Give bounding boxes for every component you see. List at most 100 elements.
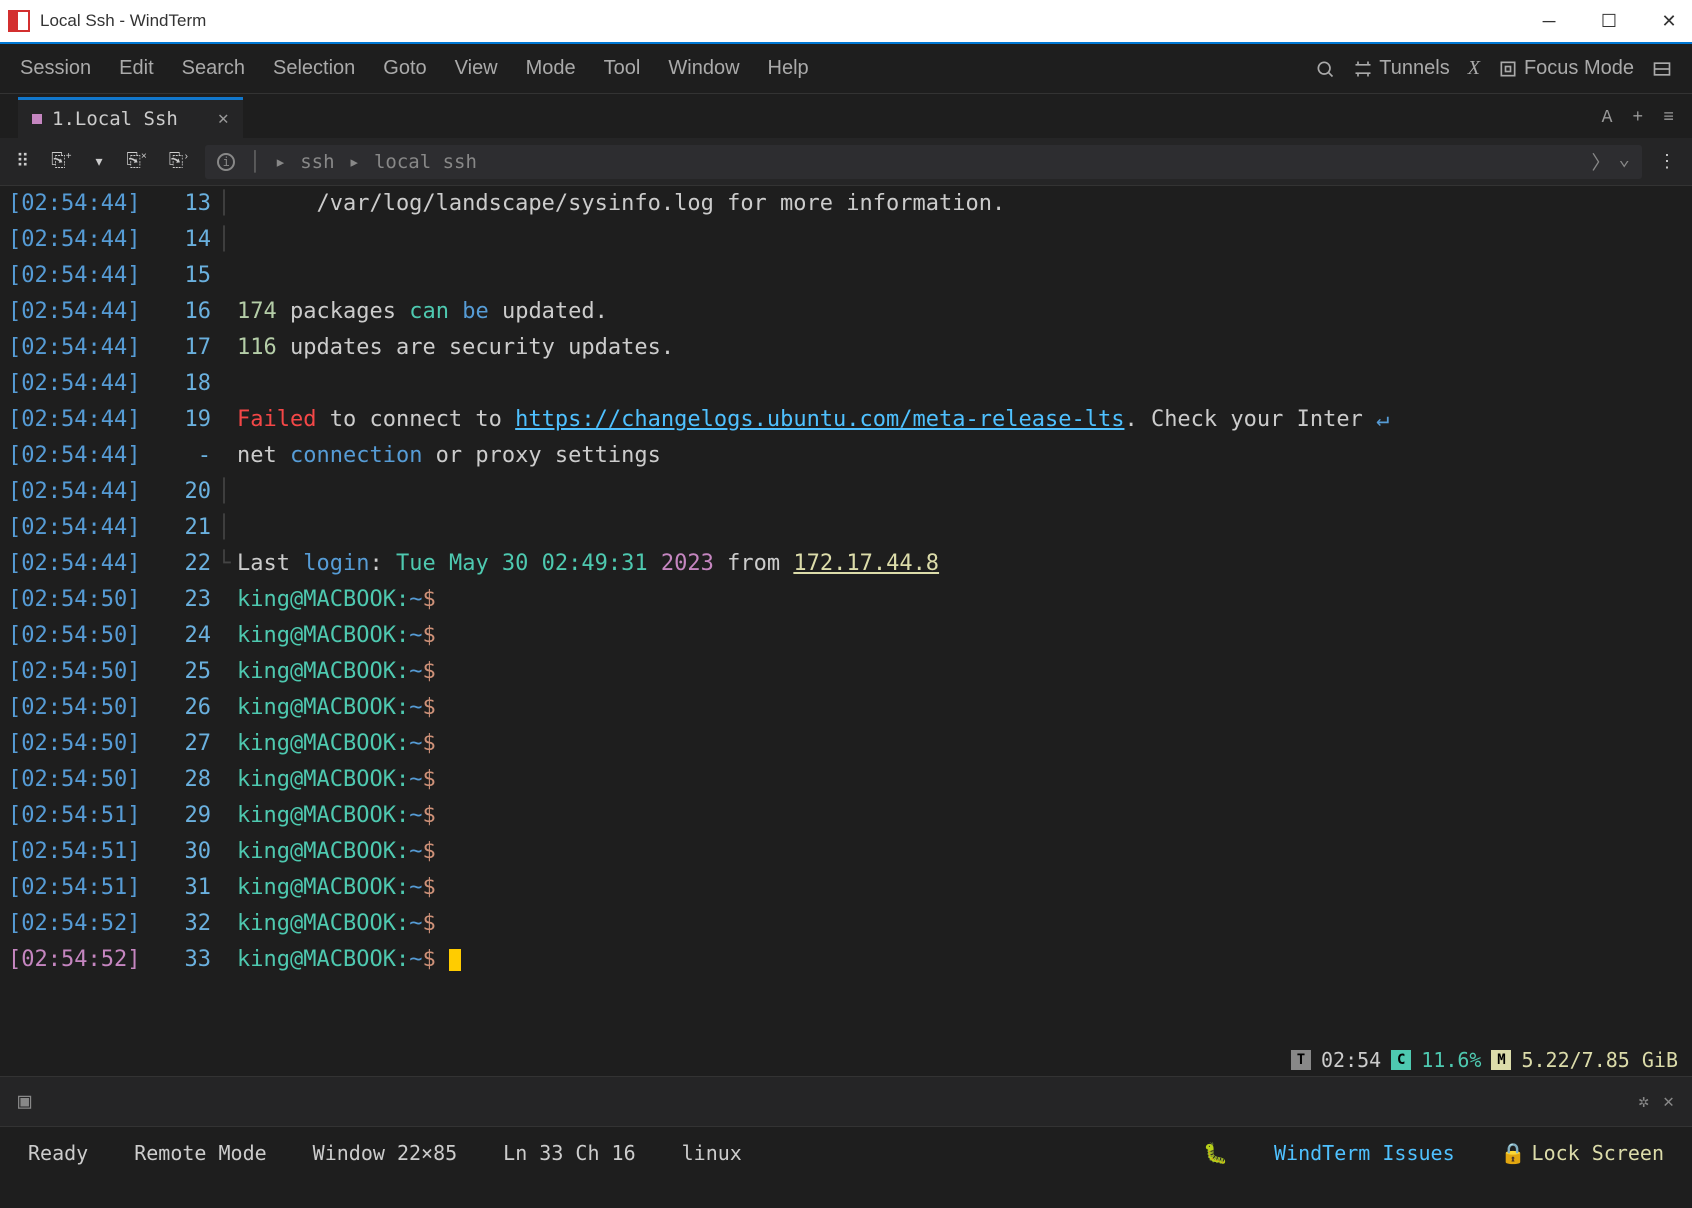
- timestamp: [02:54:44]: [8, 258, 163, 294]
- gutter: [211, 366, 237, 402]
- breadcrumb[interactable]: i │ ▸ ssh ▸ local ssh 〉 ⌄: [205, 145, 1642, 179]
- line-content: 116 updates are security updates.: [237, 330, 1692, 366]
- line-number: 21: [163, 510, 211, 546]
- status-os: linux: [682, 1141, 742, 1165]
- line-number: 33: [163, 942, 211, 978]
- terminal-line: [02:54:50]25 king@MACBOOK:~$: [8, 654, 1692, 690]
- dropdown-icon[interactable]: ▾: [88, 147, 111, 177]
- close-button[interactable]: ✕: [1654, 11, 1684, 32]
- terminal-output[interactable]: [02:54:44]13│ /var/log/landscape/sysinfo…: [0, 186, 1692, 1044]
- line-number: 28: [163, 762, 211, 798]
- chevron-right-icon: ▸: [275, 151, 286, 173]
- duplicate-tab-icon[interactable]: ⎘›: [163, 147, 195, 176]
- tab-label: 1.Local Ssh: [52, 108, 178, 130]
- breadcrumb-seg-localssh[interactable]: local ssh: [374, 151, 477, 173]
- gutter: [211, 762, 237, 798]
- line-number: 22: [163, 546, 211, 582]
- tab-close-icon[interactable]: ✕: [218, 108, 229, 130]
- terminal-line: [02:54:52]32 king@MACBOOK:~$: [8, 906, 1692, 942]
- maximize-button[interactable]: ☐: [1594, 11, 1624, 32]
- menu-tool[interactable]: Tool: [604, 57, 641, 80]
- panel-logo-icon: ▣: [18, 1089, 31, 1115]
- lock-screen-button[interactable]: 🔒 Lock Screen: [1501, 1141, 1664, 1165]
- line-content: [237, 474, 1692, 510]
- line-number: 27: [163, 726, 211, 762]
- line-content: Last login: Tue May 30 02:49:31 2023 fro…: [237, 546, 1692, 582]
- hamburger-icon[interactable]: ≡: [1663, 108, 1674, 128]
- line-content: [237, 510, 1692, 546]
- tabbar: 1.Local Ssh ✕ A + ≡: [0, 94, 1692, 138]
- tab-local-ssh[interactable]: 1.Local Ssh ✕: [18, 97, 243, 138]
- font-icon[interactable]: A: [1602, 108, 1613, 128]
- line-number: 31: [163, 870, 211, 906]
- terminal-line: [02:54:50]27 king@MACBOOK:~$: [8, 726, 1692, 762]
- plus-icon[interactable]: +: [1632, 108, 1643, 128]
- line-number: 14: [163, 222, 211, 258]
- line-content: king@MACBOOK:~$: [237, 870, 1692, 906]
- line-number: 17: [163, 330, 211, 366]
- line-content: /var/log/landscape/sysinfo.log for more …: [237, 186, 1692, 222]
- menu-mode[interactable]: Mode: [526, 57, 576, 80]
- window-title: Local Ssh - WindTerm: [40, 11, 1534, 31]
- panel-close-icon[interactable]: ✕: [1663, 1091, 1674, 1113]
- timestamp: [02:54:51]: [8, 870, 163, 906]
- line-content: king@MACBOOK:~$: [237, 942, 1692, 978]
- line-content: [237, 366, 1692, 402]
- drag-handle-icon[interactable]: ⠿: [10, 147, 35, 177]
- focus-mode-button[interactable]: Focus Mode: [1498, 57, 1634, 80]
- chevron-right-icon[interactable]: 〉: [1592, 148, 1611, 175]
- timestamp: [02:54:51]: [8, 798, 163, 834]
- titlebar: Local Ssh - WindTerm ─ ☐ ✕: [0, 0, 1692, 44]
- panel-icon[interactable]: [1652, 59, 1672, 79]
- line-number: 24: [163, 618, 211, 654]
- breadcrumb-seg-ssh[interactable]: ssh: [300, 151, 334, 173]
- tunnels-button[interactable]: Tunnels: [1353, 57, 1449, 80]
- x-icon[interactable]: X: [1468, 57, 1480, 80]
- menu-window[interactable]: Window: [668, 57, 739, 80]
- line-content: king@MACBOOK:~$: [237, 906, 1692, 942]
- gutter: [211, 726, 237, 762]
- line-content: king@MACBOOK:~$: [237, 618, 1692, 654]
- more-icon[interactable]: ⋮: [1652, 147, 1682, 177]
- terminal-line: [02:54:50]28 king@MACBOOK:~$: [8, 762, 1692, 798]
- terminal-line: [02:54:50]23 king@MACBOOK:~$: [8, 582, 1692, 618]
- gutter: [211, 906, 237, 942]
- chevron-down-icon[interactable]: ⌄: [1619, 148, 1630, 175]
- timestamp: [02:54:50]: [8, 654, 163, 690]
- timestamp: [02:54:50]: [8, 726, 163, 762]
- menu-view[interactable]: View: [455, 57, 498, 80]
- info-icon[interactable]: i: [217, 153, 235, 171]
- bottom-panel: ▣ ✲ ✕: [0, 1076, 1692, 1126]
- menu-goto[interactable]: Goto: [383, 57, 426, 80]
- lock-icon: 🔒: [1501, 1141, 1526, 1165]
- menu-help[interactable]: Help: [768, 57, 809, 80]
- line-content: king@MACBOOK:~$: [237, 762, 1692, 798]
- gutter: [211, 834, 237, 870]
- menu-selection[interactable]: Selection: [273, 57, 355, 80]
- menu-session[interactable]: Session: [20, 57, 91, 80]
- line-number: 13: [163, 186, 211, 222]
- line-number: 16: [163, 294, 211, 330]
- caterpillar-icon: 🐛: [1203, 1141, 1228, 1165]
- settings-icon[interactable]: ✲: [1638, 1091, 1649, 1113]
- menu-edit[interactable]: Edit: [119, 57, 153, 80]
- cursor: [449, 949, 461, 971]
- timestamp: [02:54:44]: [8, 294, 163, 330]
- search-icon[interactable]: [1315, 59, 1335, 79]
- windterm-issues-link[interactable]: WindTerm Issues: [1274, 1141, 1455, 1165]
- timestamp: [02:54:44]: [8, 474, 163, 510]
- line-content: king@MACBOOK:~$: [237, 582, 1692, 618]
- close-tab-icon[interactable]: ⎘×: [120, 147, 152, 176]
- new-tab-icon[interactable]: ⎘+: [45, 147, 77, 176]
- gutter: [211, 618, 237, 654]
- terminal-line: [02:54:44]18: [8, 366, 1692, 402]
- line-number: 25: [163, 654, 211, 690]
- line-content: Failed to connect to https://changelogs.…: [237, 402, 1692, 438]
- status-remote-mode[interactable]: Remote Mode: [134, 1141, 266, 1165]
- gutter: [211, 402, 237, 438]
- tab-status-icon: [32, 114, 42, 124]
- minimize-button[interactable]: ─: [1534, 11, 1564, 32]
- terminal-line: [02:54:44]14│: [8, 222, 1692, 258]
- menu-search[interactable]: Search: [182, 57, 245, 80]
- status-window-size: Window 22×85: [313, 1141, 458, 1165]
